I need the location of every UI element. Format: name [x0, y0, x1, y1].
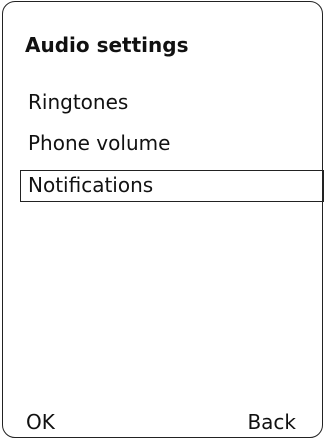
menu-item-ringtones[interactable]: Ringtones: [20, 87, 324, 119]
screen-title: Audio settings: [25, 33, 189, 57]
ok-softkey[interactable]: OK: [26, 409, 55, 435]
back-softkey[interactable]: Back: [247, 409, 296, 435]
menu-item-phone-volume[interactable]: Phone volume: [20, 128, 324, 160]
menu-item-notifications[interactable]: Notifications: [20, 170, 324, 202]
menu-item-label: Phone volume: [28, 131, 171, 155]
menu-item-label: Ringtones: [28, 90, 129, 114]
menu-item-label: Notifications: [28, 173, 154, 197]
phone-screen: Audio settings Ringtones Phone volume No…: [2, 1, 324, 438]
